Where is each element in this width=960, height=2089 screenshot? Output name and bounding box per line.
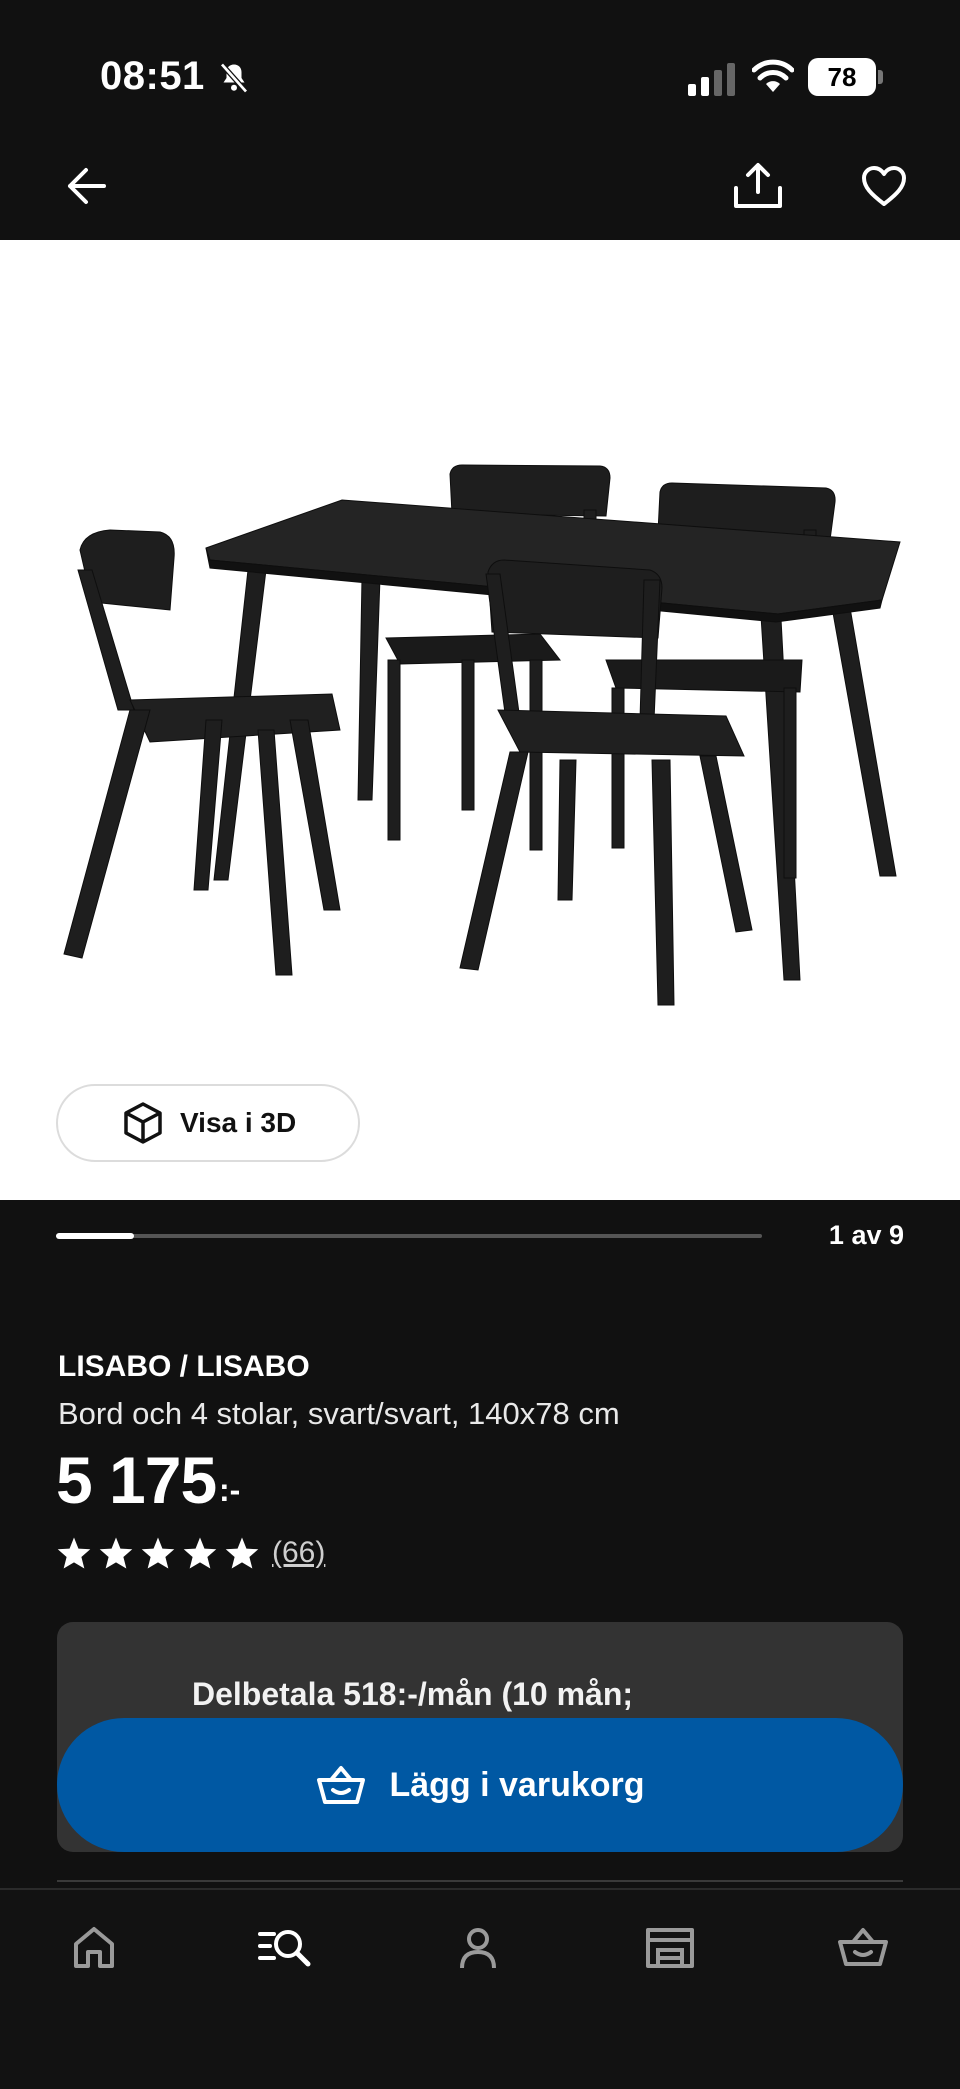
star-icon	[99, 1537, 133, 1569]
tab-store[interactable]	[640, 1918, 700, 1978]
basket-icon	[317, 1766, 366, 1804]
profile-icon	[460, 1928, 496, 1969]
back-button[interactable]	[58, 158, 114, 214]
tab-cart[interactable]	[833, 1918, 893, 1978]
battery-indicator: 78	[808, 58, 876, 96]
share-icon	[734, 163, 782, 208]
back-arrow-icon	[68, 168, 106, 204]
heart-icon	[862, 166, 906, 206]
home-icon	[74, 1927, 114, 1968]
price-suffix: :-	[219, 1472, 241, 1508]
tab-home[interactable]	[64, 1918, 124, 1978]
product-description: Bord och 4 stolar, svart/svart, 140x78 c…	[58, 1396, 620, 1431]
star-icon	[57, 1537, 91, 1569]
gallery-progress-track	[56, 1234, 762, 1238]
cube-3d-icon	[124, 1102, 162, 1144]
add-to-cart-label: Lägg i varukorg	[389, 1765, 645, 1804]
gallery-counter: 1 av 9	[828, 1220, 904, 1250]
reviews-link[interactable]: (66)	[272, 1536, 325, 1570]
view-in-3d-label: Visa i 3D	[180, 1107, 297, 1138]
cart-icon	[838, 1928, 888, 1966]
favorite-button[interactable]	[856, 158, 912, 214]
next-section-edge	[57, 1880, 903, 1882]
view-in-3d-button[interactable]: Visa i 3D	[56, 1084, 360, 1162]
product-image[interactable]	[0, 240, 960, 1200]
table-and-chairs-illustration	[63, 464, 901, 1006]
cellular-signal-icon	[688, 63, 735, 96]
battery-nub	[878, 70, 883, 84]
star-icon	[141, 1537, 175, 1569]
gallery-progress-fill	[56, 1233, 134, 1239]
product-price: 5 175	[56, 1443, 217, 1517]
share-button[interactable]	[730, 158, 786, 214]
silent-bell-icon	[220, 62, 248, 94]
search-icon	[258, 1930, 311, 1967]
wifi-icon	[752, 59, 794, 92]
add-to-cart-button[interactable]: Lägg i varukorg	[57, 1718, 903, 1852]
installment-text: Delbetala 518:-/mån (10 mån;	[192, 1676, 634, 1712]
rating-stars	[56, 1536, 260, 1570]
star-icon	[225, 1537, 259, 1569]
tab-search[interactable]	[256, 1918, 316, 1978]
product-name: LISABO / LISABO	[58, 1350, 310, 1383]
status-time: 08:51	[100, 54, 205, 98]
star-icon	[183, 1537, 217, 1569]
tab-profile[interactable]	[448, 1918, 508, 1978]
store-icon	[646, 1928, 694, 1968]
